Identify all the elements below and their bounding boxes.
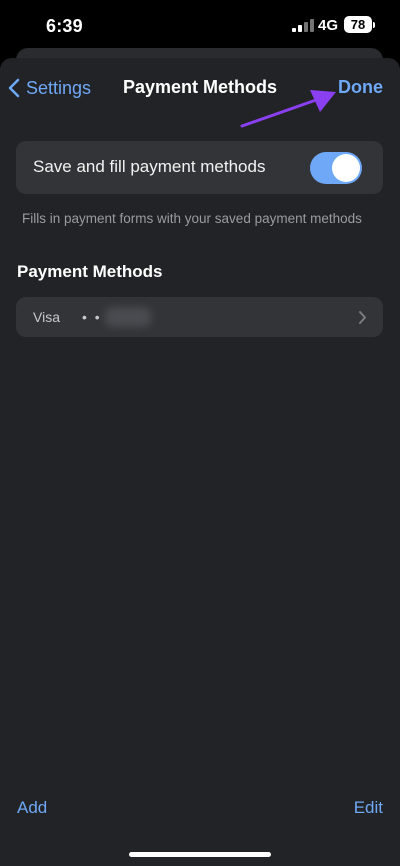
save-fill-toggle[interactable] [310, 152, 362, 184]
home-indicator[interactable] [129, 852, 271, 857]
payment-method-item[interactable]: Visa • • [16, 297, 383, 337]
toggle-knob [332, 154, 360, 182]
done-button[interactable]: Done [338, 77, 383, 98]
card-brand: Visa [33, 309, 60, 325]
status-time: 6:39 [46, 16, 83, 36]
card-masked-number: • • [82, 309, 102, 325]
signal-icon [292, 19, 314, 32]
status-bar: 6:39 4G 78 [0, 0, 400, 48]
redacted-card-number [104, 307, 152, 327]
section-title: Payment Methods [17, 262, 163, 281]
battery-tip [373, 22, 375, 28]
network-type: 4G [318, 17, 339, 34]
save-fill-footnote: Fills in payment forms with your saved p… [22, 211, 362, 226]
save-fill-row: Save and fill payment methods [16, 141, 383, 194]
battery-icon: 78 [344, 16, 372, 33]
chevron-right-icon [359, 311, 366, 324]
edit-button[interactable]: Edit [354, 798, 383, 818]
annotation-arrow-icon [240, 90, 336, 128]
save-fill-label: Save and fill payment methods [33, 157, 266, 176]
add-button[interactable]: Add [17, 798, 47, 818]
battery-level: 78 [350, 17, 366, 32]
